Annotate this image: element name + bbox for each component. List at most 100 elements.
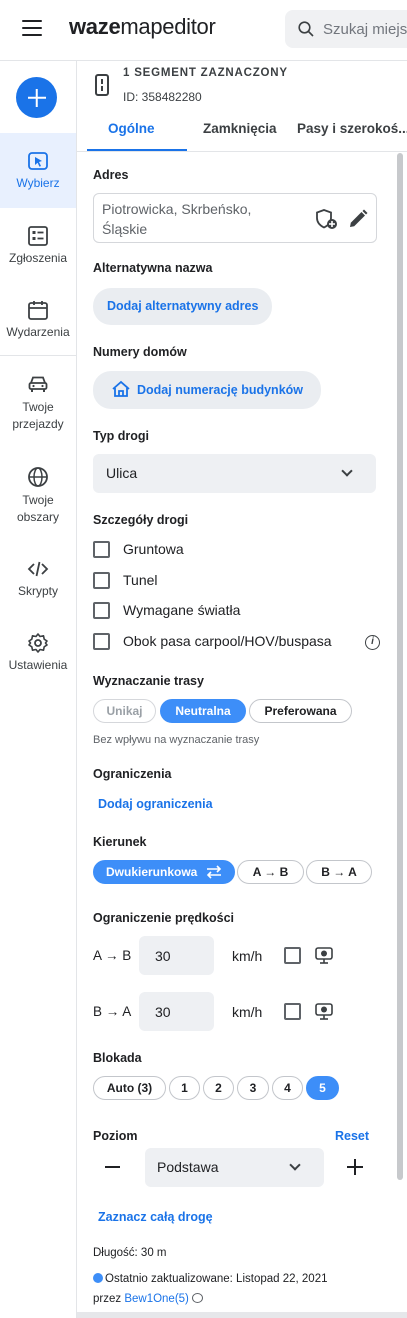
- segment-icon: [95, 74, 109, 96]
- search-input[interactable]: [323, 19, 407, 39]
- checkbox-box[interactable]: [93, 572, 110, 589]
- checkbox-box[interactable]: [93, 633, 110, 650]
- updated-by-prefix: przez: [93, 1293, 122, 1305]
- house-icon: [112, 381, 130, 398]
- road-type-value: Ulica: [106, 465, 138, 481]
- address-label: Adres: [93, 168, 129, 182]
- lock-level-4-chip[interactable]: 4: [272, 1076, 303, 1100]
- scrollbar[interactable]: [397, 153, 403, 1180]
- nav-item-settings[interactable]: Ustawienia: [0, 632, 76, 672]
- app-logo[interactable]: wazemapeditor: [69, 14, 216, 40]
- level-value: Podstawa: [157, 1159, 219, 1175]
- edit-pencil-icon[interactable]: [347, 208, 369, 230]
- nav-label: Wybierz: [16, 176, 60, 190]
- checkbox-label: Wymagane światła: [123, 602, 241, 618]
- search-icon: [298, 21, 314, 37]
- lock-level-5-chip[interactable]: 5: [306, 1076, 339, 1100]
- segment-panel: 1 SEGMENT ZAZNACZONY ID: 358482280 Ogóln…: [77, 61, 407, 1318]
- road-type-select[interactable]: Ulica: [93, 454, 376, 493]
- update-badge-icon: [93, 1273, 103, 1283]
- nav-label: Zgłoszenia: [8, 251, 68, 265]
- checkbox-carpool[interactable]: Obok pasa carpool/HOV/buspasa i: [93, 632, 393, 652]
- address-field[interactable]: Piotrowicka, Skrbeńsko, Śląskie: [93, 193, 377, 243]
- add-alt-address-button[interactable]: Dodaj alternatywny adres: [93, 288, 273, 325]
- lock-level-3-chip[interactable]: 3: [237, 1076, 269, 1100]
- direction-two-way-chip[interactable]: Dwukierunkowa: [93, 860, 235, 884]
- horizontal-scrollbar[interactable]: [77, 1312, 407, 1318]
- speed-verified-checkbox[interactable]: [284, 1003, 301, 1020]
- level-reset-link[interactable]: Reset: [335, 1129, 369, 1143]
- gear-icon: [28, 633, 48, 653]
- lock-auto-chip[interactable]: Auto (3): [93, 1076, 166, 1100]
- speed-input[interactable]: [139, 936, 214, 975]
- selection-header: 1 SEGMENT ZAZNACZONY ID: 358482280: [77, 61, 407, 109]
- nav-item-events[interactable]: Wydarzenia: [0, 299, 76, 339]
- nav-label: Wydarzenia: [6, 325, 70, 339]
- code-icon: [27, 561, 49, 577]
- add-house-numbers-button[interactable]: Dodaj numerację budynków: [93, 371, 322, 409]
- lock-level-2-chip[interactable]: 2: [203, 1076, 234, 1100]
- add-restrictions-link[interactable]: Dodaj ograniczenia: [98, 797, 213, 811]
- tab-bar: Ogólne Zamknięcia Pasy i szerokoś...: [77, 113, 407, 152]
- nav-item-reports[interactable]: Zgłoszenia: [0, 225, 76, 265]
- checkbox-label: Gruntowa: [123, 541, 184, 557]
- routing-neutral-chip[interactable]: Neutralna: [160, 699, 246, 723]
- nav-item-select[interactable]: Wybierz: [0, 133, 76, 208]
- lock-level-1-chip[interactable]: 1: [169, 1076, 200, 1100]
- routing-hint: Bez wpływu na wyznaczanie trasy: [93, 734, 260, 746]
- updated-by: przez Bew1One(5): [93, 1293, 203, 1305]
- speed-direction-label: B → A: [93, 1004, 132, 1019]
- road-details-label: Szczegóły drogi: [93, 513, 189, 527]
- direction-label: Kierunek: [93, 835, 147, 849]
- alt-name-label: Alternatywna nazwa: [93, 261, 213, 275]
- search-box[interactable]: [285, 10, 407, 48]
- events-icon: [28, 301, 48, 320]
- nav-divider: [0, 355, 76, 356]
- last-updated: Ostatnio zaktualizowane: Listopad 22, 20…: [93, 1273, 327, 1285]
- info-icon[interactable]: i: [365, 635, 380, 650]
- checkbox-box[interactable]: [93, 541, 110, 558]
- add-button[interactable]: [16, 77, 57, 118]
- select-entire-road-link[interactable]: Zaznacz całą drogę: [98, 1210, 213, 1224]
- last-updated-text: Ostatnio zaktualizowane: Listopad 22, 20…: [105, 1273, 328, 1285]
- left-nav: Wybierz Zgłoszenia Wydarzenia Twoje prze…: [0, 61, 77, 1318]
- lock-label: Blokada: [93, 1051, 142, 1065]
- speed-b-to-a-input[interactable]: [139, 992, 214, 1031]
- chevron-down-icon: [289, 1159, 301, 1171]
- road-type-label: Typ drogi: [93, 429, 150, 443]
- restrictions-label: Ograniczenia: [93, 767, 172, 781]
- level-select[interactable]: Podstawa: [145, 1148, 324, 1187]
- nav-item-drives[interactable]: Twoje przejazdy: [0, 373, 76, 433]
- tab-closures[interactable]: Zamknięcia: [203, 121, 277, 136]
- nav-item-areas[interactable]: Twoje obszary: [0, 466, 76, 526]
- speed-unit: km/h: [232, 1004, 263, 1020]
- button-label: Dodaj alternatywny adres: [107, 299, 259, 313]
- speed-input[interactable]: [139, 992, 214, 1031]
- chat-bubble-icon[interactable]: [191, 1293, 203, 1303]
- routing-preferred-chip[interactable]: Preferowana: [249, 699, 352, 723]
- top-bar: wazemapeditor: [0, 0, 407, 61]
- hamburger-menu-icon[interactable]: [22, 20, 42, 38]
- routing-avoid-chip[interactable]: Unikaj: [93, 699, 156, 723]
- nav-item-scripts[interactable]: Skrypty: [0, 558, 76, 598]
- select-icon: [28, 152, 48, 170]
- speed-verified-checkbox[interactable]: [284, 947, 301, 964]
- chevron-down-icon: [341, 465, 353, 477]
- checkbox-label: Tunel: [123, 572, 158, 588]
- level-decrease-button[interactable]: [105, 1166, 120, 1168]
- tab-general[interactable]: Ogólne: [108, 121, 155, 136]
- direction-b-to-a-chip[interactable]: B → A: [306, 860, 372, 884]
- checkbox-box[interactable]: [93, 602, 110, 619]
- direction-a-to-b-chip[interactable]: A → B: [237, 860, 304, 884]
- selection-id: ID: 358482280: [123, 90, 202, 104]
- active-tab-indicator: [87, 149, 187, 151]
- nav-label: Skrypty: [17, 584, 58, 598]
- speed-a-to-b-input[interactable]: [139, 936, 214, 975]
- two-way-arrows-icon: [206, 865, 222, 879]
- nav-label: Twoje przejazdy: [12, 400, 64, 431]
- editor-user-link[interactable]: Bew1One(5): [124, 1293, 189, 1305]
- routing-label: Wyznaczanie trasy: [93, 674, 204, 688]
- tab-lanes[interactable]: Pasy i szerokoś...: [297, 121, 407, 136]
- level-increase-button[interactable]: [347, 1159, 363, 1175]
- add-shield-icon[interactable]: [314, 208, 338, 230]
